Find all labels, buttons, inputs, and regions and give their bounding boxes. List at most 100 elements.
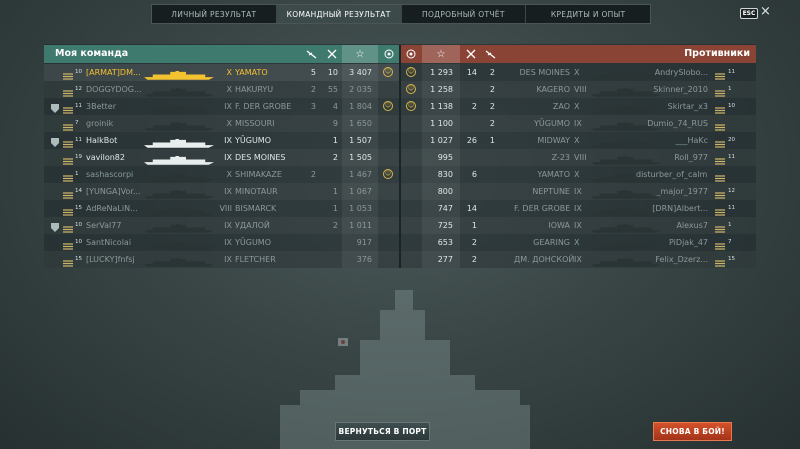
planes-destroyed: 2 [489,68,495,77]
base-xp: 995 [437,153,453,162]
kills: 2 [471,255,477,264]
ship-silhouette [144,188,214,199]
player-level: 10 [75,222,82,228]
ship-tier: X [574,238,580,247]
tab-credits-xp[interactable]: КРЕДИТЫ И ОПЫТ [526,5,650,23]
base-xp: 277 [437,255,453,264]
ship-tier: IX [224,153,232,162]
ship-silhouette [144,154,214,165]
rank-shield-icon [51,136,59,147]
ally-row: 19 vavilon82 IX DES MOINES 2 1 505 [44,149,399,166]
base-xp: 830 [437,170,453,179]
return-to-port-button[interactable]: ВЕРНУТЬСЯ В ПОРТ [335,422,430,441]
ship-name: Z-23 [551,153,570,162]
ship-name: DES MOINES [235,153,286,162]
close-icon[interactable]: × [760,5,771,19]
laurel-medal-icon: ☺ [383,101,393,111]
ship-name: FLETCHER [235,255,276,264]
rank-stripes-icon [715,256,725,267]
player-name: Alexus7 [676,221,708,230]
base-xp: 1 067 [349,187,372,196]
rank-stripes-icon [715,154,725,165]
base-xp: 1 027 [430,136,453,145]
ship-name: YŪGUMO [235,238,271,247]
kills: 1 [332,136,338,145]
ship-tier: IX [224,136,232,145]
plane-icon [481,45,499,63]
planes-destroyed: 2 [489,85,495,94]
ship-silhouette [144,86,214,97]
ship-tier: IX [224,221,232,230]
tab-personal-result[interactable]: ЛИЧНЫЙ РЕЗУЛЬТАТ [152,5,277,23]
player-name: AndrySlobo... [654,68,708,77]
ship-name: SHIMAKAZE [235,170,282,179]
player-level: 15 [75,205,82,211]
rank-stripes-icon [63,171,73,182]
base-xp: 1 011 [349,221,372,230]
rank-stripes-icon [715,86,725,97]
base-xp: 1 467 [349,170,372,179]
base-xp: 1 650 [349,119,372,128]
kills: 6 [471,170,477,179]
ship-tier: IX [574,255,582,264]
enemy-row: ☺ 1 258 2 KAGERO VIII Skinner_2010 1 [401,81,756,98]
player-name: Roll_977 [674,153,708,162]
rank-stripes-icon [715,120,725,131]
rank-stripes-icon [715,103,725,114]
kills: 1 [471,221,477,230]
rank-stripes-icon [715,188,725,199]
kills: 2 [471,102,477,111]
player-level: 11 [728,69,735,75]
rank-stripes-icon [63,239,73,250]
ship-tier: IX [224,238,232,247]
planes-destroyed: 2 [310,170,316,179]
ship-name: MIDWAY [537,136,570,145]
base-xp: 800 [437,187,453,196]
ship-tier: X [574,170,580,179]
planes-destroyed: 2 [489,102,495,111]
battle-again-button[interactable]: СНОВА В БОЙ! [653,422,732,441]
ally-row: 7 groinik X MISSOURI 9 1 650 [44,115,399,132]
ship-name: ZAO [552,102,570,111]
rank-stripes-icon [63,69,73,80]
rank-stripes-icon [715,239,725,250]
laurel-icon [380,45,398,63]
ship-silhouette [144,239,214,250]
rank-stripes-icon [63,222,73,233]
base-xp: 725 [437,221,453,230]
base-xp: 1 293 [430,68,453,77]
rank-stripes-icon [715,69,725,80]
ship-tier: VIII [219,204,232,213]
ship-name: HAKURYU [235,85,274,94]
player-level: 1 [728,222,732,228]
plane-icon [300,45,322,63]
tab-team-result[interactable]: КОМАНДНЫЙ РЕЗУЛЬТАТ [276,5,402,23]
player-name: _major_1977 [656,187,708,196]
player-level: 11 [75,103,82,109]
ally-row: 10 SantNicolai IX YŪGUMO 917 [44,234,399,251]
rank-stripes-icon [63,103,73,114]
base-xp: 1 804 [349,102,372,111]
enemy-row: 800 NEPTUNE IX _major_1977 12 [401,183,756,200]
rank-stripes-icon [63,120,73,131]
tab-detailed-report[interactable]: ПОДРОБНЫЙ ОТЧЁТ [402,5,527,23]
kills: 2 [332,153,338,162]
ship-name: GEARING [533,238,570,247]
base-xp: 3 407 [349,68,372,77]
ship-name: F. DER GROBE [514,204,571,213]
base-xp: 2 035 [349,85,372,94]
player-level: 7 [75,120,79,126]
laurel-medal-icon: ☺ [406,84,416,94]
base-xp: 1 505 [349,153,372,162]
ship-tier: IX [574,221,582,230]
enemy-row: ☺ 1 138 2 2 ZAO X Skirtar_x3 10 [401,98,756,115]
enemy-row: 747 14 F. DER GROBE IX [DRN]Albert... 11 [401,200,756,217]
planes-destroyed: 3 [310,102,316,111]
enemy-row: 1 027 26 1 MIDWAY X ___HaKc 20 [401,132,756,149]
ship-name: BISMARCK [235,204,277,213]
base-xp: 917 [356,238,372,247]
kills: 2 [471,238,477,247]
kills: 55 [327,85,338,94]
base-xp: 1 138 [430,102,453,111]
player-name: Dumio_74_RUS [647,119,708,128]
